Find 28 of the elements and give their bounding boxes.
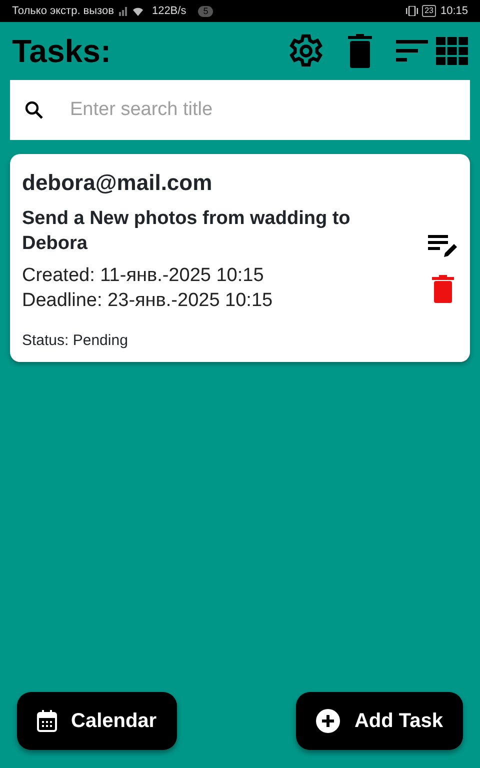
signal-icon	[118, 6, 128, 16]
calendar-button[interactable]: Calendar	[17, 692, 177, 750]
battery-level: 23	[422, 5, 436, 17]
task-title: Send a New photos from wadding to Debora	[22, 207, 352, 256]
add-task-button[interactable]: Add Task	[296, 692, 463, 750]
calendar-icon	[37, 710, 57, 732]
trash-icon[interactable]	[348, 34, 372, 68]
search-field[interactable]: Enter search title	[10, 80, 470, 140]
wifi-icon	[132, 6, 144, 16]
plus-circle-icon	[316, 709, 340, 733]
settings-icon[interactable]	[288, 33, 324, 69]
search-input[interactable]: Enter search title	[68, 94, 456, 126]
search-icon	[24, 100, 44, 120]
vibrate-icon	[406, 6, 418, 16]
notification-count: 5	[198, 6, 214, 16]
task-email: debora@mail.com	[22, 169, 214, 197]
edit-icon[interactable]	[428, 233, 458, 260]
carrier-text: Только экстр. вызов	[12, 4, 114, 19]
trash-icon[interactable]	[432, 275, 454, 304]
grid-icon[interactable]	[436, 37, 468, 65]
page-title: Tasks:	[12, 32, 112, 70]
clock-time: 10:15	[440, 4, 468, 19]
task-status: Status: Pending	[22, 330, 129, 351]
deadline-date: Deadline: 23-янв.-2025 10:15	[22, 289, 274, 314]
sort-icon[interactable]	[396, 40, 428, 62]
created-date: Created: 11-янв.-2025 10:15	[22, 264, 265, 288]
task-card[interactable]: debora@mail.com Send a New photos from wadding to Debora Created: 11-янв.-2025 10:15 Deadline: 23-янв.-2025 10:15 Status: Pending	[10, 154, 470, 362]
network-speed: 122B/s	[152, 4, 186, 19]
